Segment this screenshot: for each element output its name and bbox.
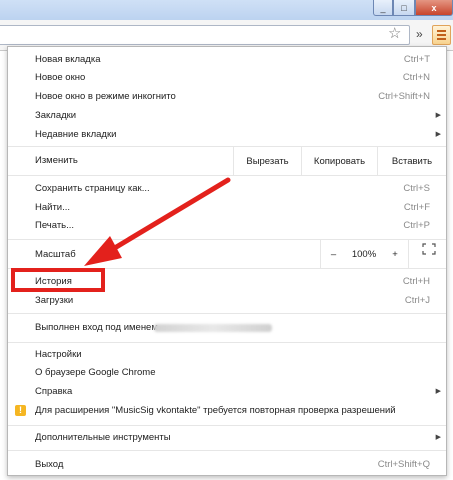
annotation-arrow [84, 177, 231, 266]
